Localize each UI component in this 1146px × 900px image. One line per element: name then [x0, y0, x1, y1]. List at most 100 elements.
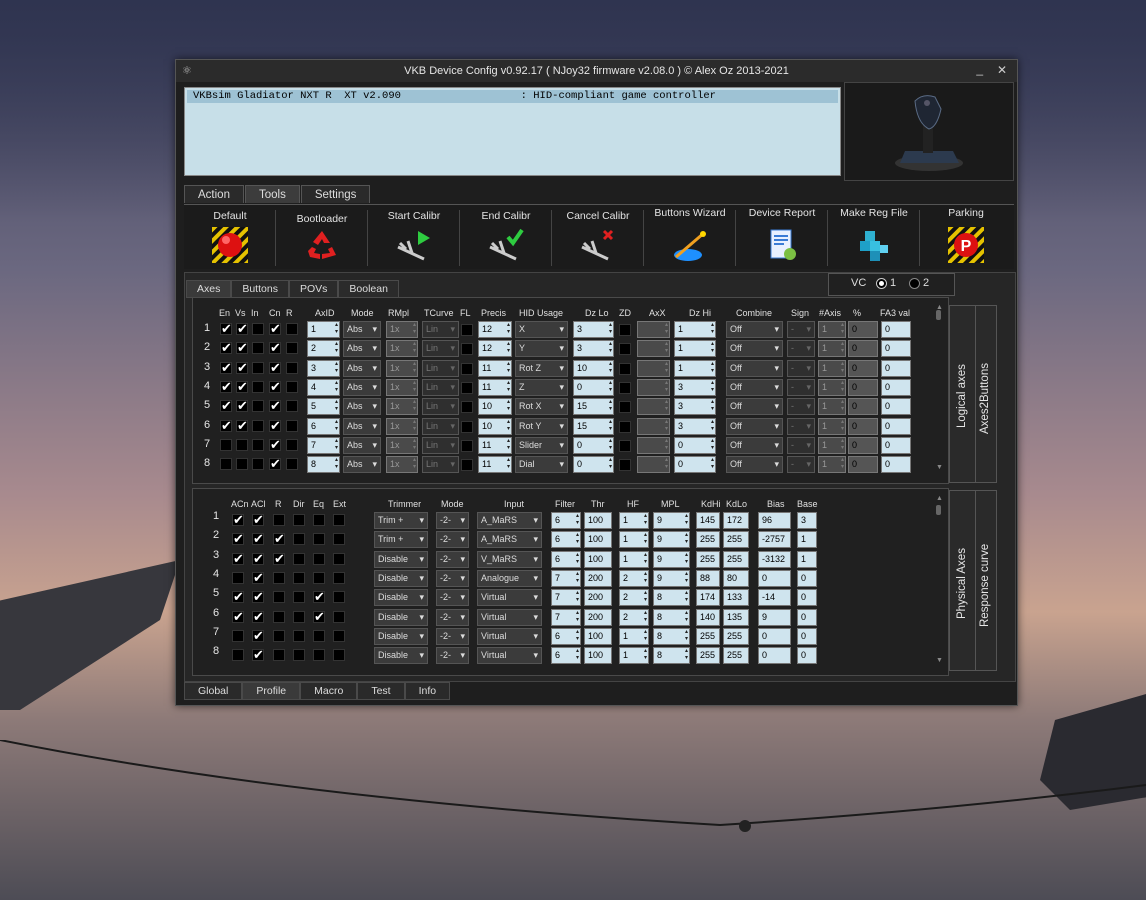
hid-usage-select[interactable]: Dial	[515, 456, 568, 474]
physical-mode-select[interactable]: -2-	[436, 647, 469, 665]
response-curve-side-tab[interactable]: Response curve	[975, 490, 997, 671]
fl-toggle[interactable]	[461, 439, 473, 452]
logical-row-checkbox[interactable]	[220, 438, 232, 451]
subtab-povs[interactable]: POVs	[288, 280, 339, 298]
dz-lo-spinner[interactable]: 3	[573, 321, 614, 338]
trimmer-select[interactable]: Disable	[374, 627, 428, 645]
dz-hi-spinner[interactable]: 3	[674, 417, 716, 435]
logical-row-checkbox[interactable]	[269, 379, 281, 395]
buttons-wizard-button[interactable]: Buttons Wizard	[644, 205, 736, 269]
precis-spinner[interactable]: 12	[478, 340, 512, 358]
physical-row-checkbox[interactable]	[232, 589, 244, 605]
kdlo-field[interactable]: 255	[723, 531, 749, 549]
physical-row-checkbox[interactable]	[333, 571, 345, 584]
fl-toggle[interactable]	[461, 401, 473, 414]
physical-axes-side-tab[interactable]: Physical Axes	[949, 490, 977, 671]
physical-row-checkbox[interactable]	[333, 514, 345, 526]
input-select[interactable]: Virtual	[477, 627, 542, 645]
logical-row-checkbox[interactable]	[236, 398, 248, 414]
combine-select[interactable]: Off	[726, 398, 783, 416]
physical-row-checkbox[interactable]	[273, 531, 285, 547]
logical-row-checkbox[interactable]	[286, 400, 298, 413]
logical-row-checkbox[interactable]	[236, 458, 248, 471]
physical-mode-select[interactable]: -2-	[436, 627, 469, 645]
physical-row-checkbox[interactable]	[232, 531, 244, 547]
physical-row-checkbox[interactable]	[293, 571, 305, 584]
vc-radio-2[interactable]	[909, 278, 920, 289]
hf-spinner[interactable]: 1	[619, 531, 649, 549]
mode-select[interactable]: Abs	[343, 436, 381, 454]
physical-row-checkbox[interactable]	[333, 533, 345, 546]
base-field[interactable]: 1	[797, 550, 817, 568]
physical-row-checkbox[interactable]	[273, 551, 285, 567]
physical-row-checkbox[interactable]	[333, 591, 345, 604]
physical-mode-select[interactable]: -2-	[436, 569, 469, 587]
cancel-calibr-button[interactable]: Cancel Calibr	[552, 205, 644, 269]
fa3-value-field[interactable]: 0	[881, 417, 911, 435]
logical-scrollbar[interactable]: ▲ ▼	[934, 304, 944, 472]
tab-tools[interactable]: Tools	[244, 185, 300, 203]
physical-row-checkbox[interactable]	[293, 629, 305, 642]
zd-toggle[interactable]	[619, 459, 631, 472]
axes2buttons-side-tab[interactable]: Axes2Buttons	[975, 305, 997, 483]
hid-usage-select[interactable]: Y	[515, 340, 568, 358]
base-field[interactable]: 0	[797, 589, 817, 607]
physical-row-checkbox[interactable]	[273, 610, 285, 623]
mpl-spinner[interactable]: 8	[653, 627, 690, 645]
trimmer-select[interactable]: Disable	[374, 647, 428, 665]
tab-test[interactable]: Test	[357, 682, 405, 700]
dz-lo-spinner[interactable]: 3	[573, 340, 614, 358]
bias-field[interactable]: 96	[758, 512, 791, 529]
logical-row-checkbox[interactable]	[220, 340, 232, 356]
fa3-value-field[interactable]: 0	[881, 378, 911, 396]
fl-toggle[interactable]	[461, 343, 473, 356]
percent-field[interactable]: 0	[848, 321, 878, 338]
physical-mode-select[interactable]: -2-	[436, 512, 469, 529]
percent-field[interactable]: 0	[848, 417, 878, 435]
mpl-spinner[interactable]: 9	[653, 550, 690, 568]
physical-mode-select[interactable]: -2-	[436, 531, 469, 549]
kdlo-field[interactable]: 172	[723, 512, 749, 529]
dz-hi-spinner[interactable]: 0	[674, 436, 716, 454]
kdlo-field[interactable]: 255	[723, 627, 749, 645]
hf-spinner[interactable]: 1	[619, 550, 649, 568]
physical-row-checkbox[interactable]	[313, 629, 325, 642]
zd-toggle[interactable]	[619, 439, 631, 452]
fa3-value-field[interactable]: 0	[881, 398, 911, 416]
physical-mode-select[interactable]: -2-	[436, 608, 469, 626]
logical-row-checkbox[interactable]	[252, 400, 264, 413]
logical-row-checkbox[interactable]	[252, 419, 264, 432]
physical-row-checkbox[interactable]	[293, 649, 305, 662]
zd-toggle[interactable]	[619, 362, 631, 375]
dz-lo-spinner[interactable]: 0	[573, 436, 614, 454]
physical-row-checkbox[interactable]	[293, 610, 305, 623]
base-field[interactable]: 1	[797, 531, 817, 549]
physical-row-checkbox[interactable]	[232, 609, 244, 625]
precis-spinner[interactable]: 11	[478, 359, 512, 377]
tab-action[interactable]: Action	[184, 185, 244, 203]
dz-hi-spinner[interactable]: 3	[674, 398, 716, 416]
start-calibr-button[interactable]: Start Calibr	[368, 205, 460, 269]
dz-hi-spinner[interactable]: 3	[674, 378, 716, 396]
logical-row-checkbox[interactable]	[286, 361, 298, 374]
logical-row-checkbox[interactable]	[269, 437, 281, 453]
combine-select[interactable]: Off	[726, 340, 783, 358]
subtab-axes[interactable]: Axes	[186, 280, 232, 298]
mpl-spinner[interactable]: 8	[653, 589, 690, 607]
logical-row-checkbox[interactable]	[236, 321, 248, 337]
combine-select[interactable]: Off	[726, 321, 783, 338]
hf-spinner[interactable]: 2	[619, 569, 649, 587]
zd-toggle[interactable]	[619, 381, 631, 394]
fl-toggle[interactable]	[461, 420, 473, 433]
make-reg-file-button[interactable]: Make Reg File	[828, 205, 920, 269]
hf-spinner[interactable]: 2	[619, 589, 649, 607]
dz-hi-spinner[interactable]: 1	[674, 321, 716, 338]
trimmer-select[interactable]: Disable	[374, 569, 428, 587]
mode-select[interactable]: Abs	[343, 417, 381, 435]
end-calibr-button[interactable]: End Calibr	[460, 205, 552, 269]
input-select[interactable]: A_MaRS	[477, 531, 542, 549]
threshold-field[interactable]: 100	[584, 627, 612, 645]
mode-select[interactable]: Abs	[343, 378, 381, 396]
logical-row-checkbox[interactable]	[236, 360, 248, 376]
percent-field[interactable]: 0	[848, 398, 878, 416]
